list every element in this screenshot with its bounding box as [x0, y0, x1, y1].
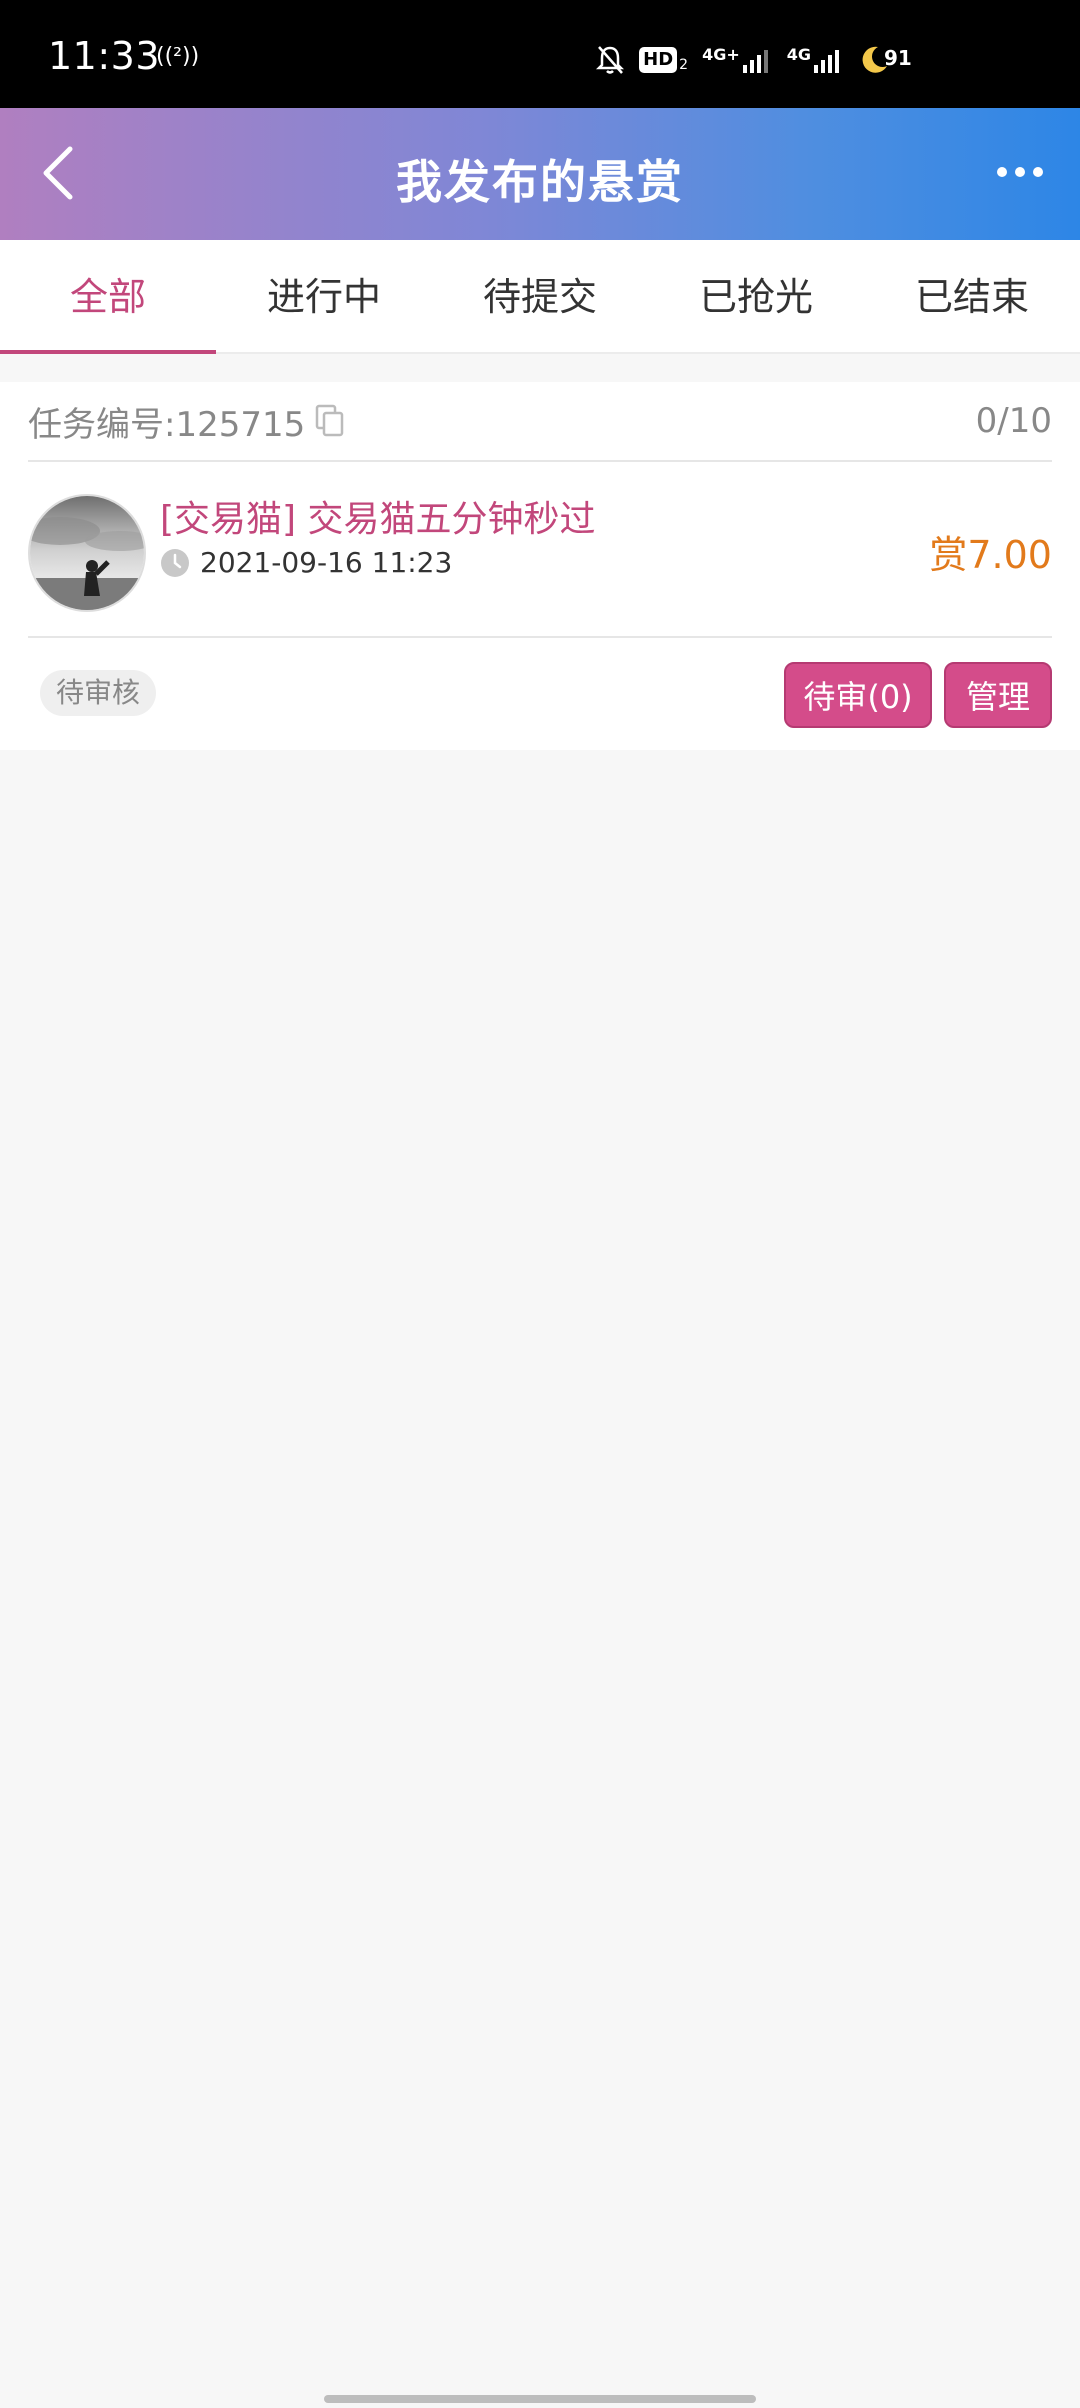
tab-bar: 全部 进行中 待提交 已抢光 已结束 — [0, 240, 1080, 354]
home-indicator[interactable] — [324, 2395, 756, 2403]
task-reward: 赏7.00 — [929, 533, 1052, 577]
battery-icon: 91 — [858, 42, 930, 78]
more-dot-icon — [997, 167, 1007, 177]
status-badge: 待审核 — [40, 670, 157, 716]
tab-pending-submit[interactable]: 待提交 — [432, 240, 648, 352]
tab-in-progress[interactable]: 进行中 — [216, 240, 432, 352]
copy-icon[interactable] — [315, 404, 345, 438]
review-button[interactable]: 待审(0) — [784, 662, 932, 728]
more-button[interactable] — [990, 152, 1050, 192]
task-id: 任务编号:125715 — [28, 404, 306, 445]
page-title: 我发布的悬赏 — [396, 155, 684, 209]
task-card[interactable]: 任务编号:125715 0/10 [交易猫] 交易猫五分钟秒过 2021-09-… — [0, 382, 1080, 750]
status-time: 11:33 — [48, 34, 161, 78]
tab-ended[interactable]: 已结束 — [864, 240, 1080, 352]
task-card-body: [交易猫] 交易猫五分钟秒过 2021-09-16 11:23 赏7.00 — [28, 464, 1052, 638]
task-id-group: 任务编号:125715 — [28, 397, 345, 446]
task-card-footer: 待审核 待审(0) 管理 — [28, 640, 1052, 748]
task-title[interactable]: [交易猫] 交易猫五分钟秒过 — [160, 490, 596, 542]
hd-icon: HD 2 — [639, 47, 688, 73]
task-progress: 0/10 — [975, 401, 1052, 441]
more-dot-icon — [1033, 167, 1043, 177]
nfc-icon: ((²)) — [156, 44, 200, 69]
more-dot-icon — [1015, 167, 1025, 177]
tab-sold-out[interactable]: 已抢光 — [648, 240, 864, 352]
clock-icon — [160, 548, 190, 578]
task-card-header: 任务编号:125715 0/10 — [28, 382, 1052, 462]
hd-label: HD — [639, 47, 678, 73]
tab-all[interactable]: 全部 — [0, 240, 216, 354]
manage-button[interactable]: 管理 — [944, 662, 1052, 728]
avatar — [28, 494, 146, 612]
battery-level: 91 — [884, 46, 912, 70]
task-time: 2021-09-16 11:23 — [200, 546, 453, 579]
sim2-label: 4G — [786, 45, 811, 64]
task-time-group: 2021-09-16 11:23 — [160, 546, 452, 579]
sim1-label: 4G+ — [702, 45, 740, 64]
bell-off-icon — [595, 44, 625, 76]
signal-sim2-icon: 4G — [787, 47, 844, 73]
app-header: 我发布的悬赏 — [0, 108, 1080, 240]
status-icons: HD 2 4G+ 4G 91 — [595, 40, 930, 80]
status-bar: 11:33 ((²)) HD 2 4G+ 4G 91 — [0, 0, 1080, 108]
signal-sim1-icon: 4G+ — [702, 47, 773, 73]
